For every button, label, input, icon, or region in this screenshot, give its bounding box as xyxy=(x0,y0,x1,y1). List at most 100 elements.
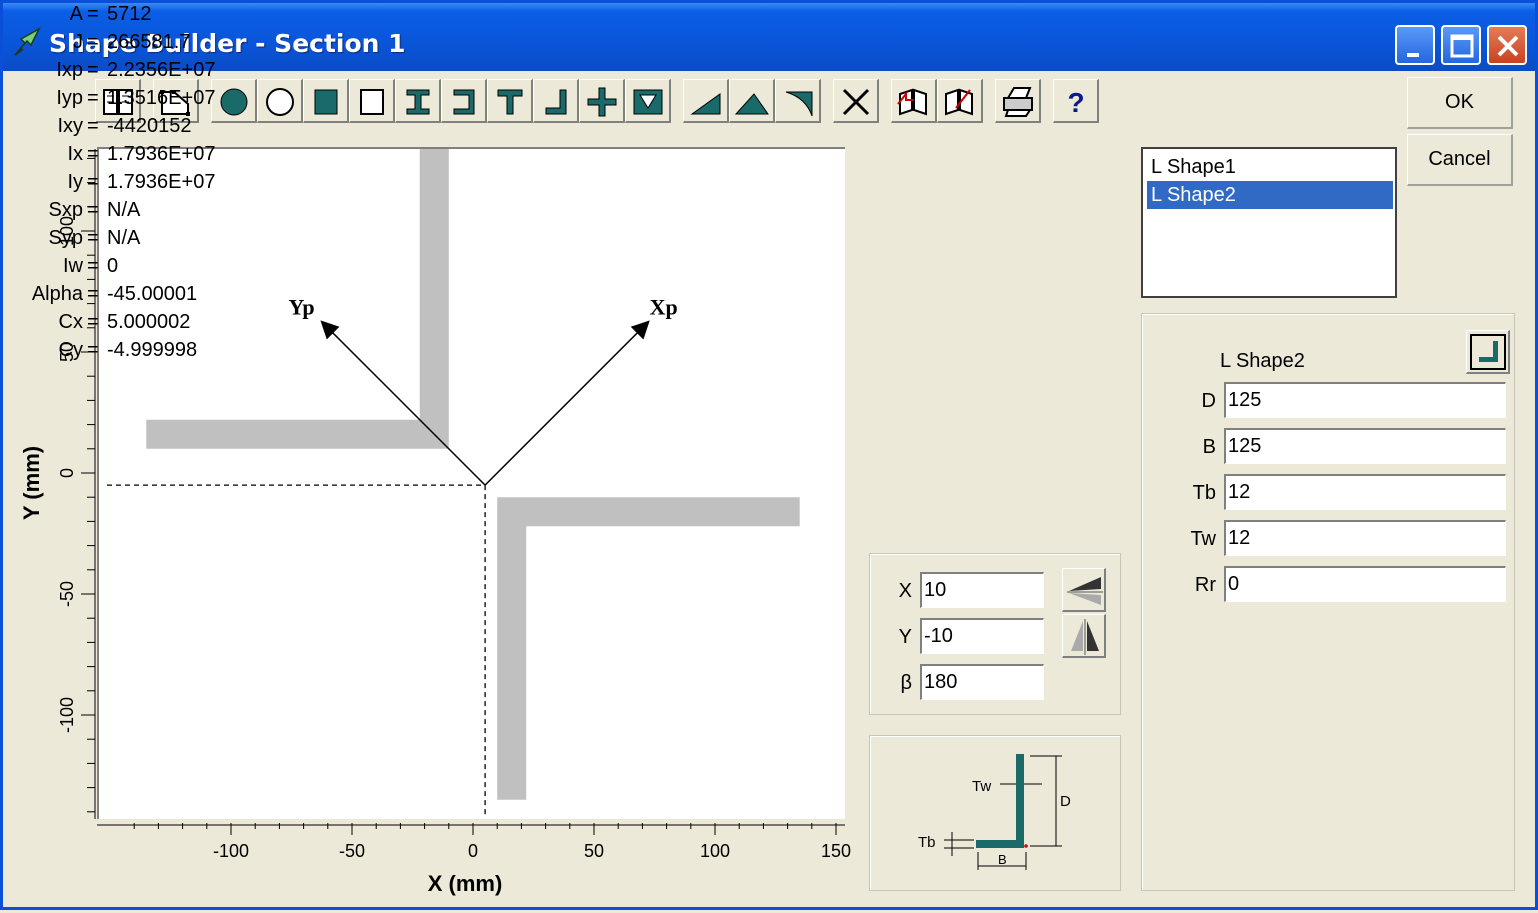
property-label: J xyxy=(73,31,83,53)
toolbar-channel-section-button[interactable] xyxy=(441,79,487,123)
mirror-horizontal-button[interactable] xyxy=(1062,568,1106,612)
property-row-cx: Cx = 5.000002 xyxy=(3,311,233,339)
open-book-icon xyxy=(897,88,927,116)
mirror-horizontal-icon xyxy=(1067,577,1103,605)
toolbar-triangle-button[interactable] xyxy=(729,79,775,123)
fillet-icon xyxy=(785,91,813,117)
property-equals: = xyxy=(87,59,99,81)
x-label: X xyxy=(898,580,912,602)
y-tick-label: 0 xyxy=(57,468,77,478)
property-label: Alpha xyxy=(31,283,83,305)
shape-param-title: L Shape2 xyxy=(1220,350,1305,372)
b-dimension-label: B xyxy=(998,852,1007,867)
toolbar-tee-section-button[interactable] xyxy=(487,79,533,123)
dimension-diagram-group: Tw Tb D B xyxy=(869,735,1121,891)
property-row-iw: Iw = 0 xyxy=(3,255,233,283)
x-input[interactable]: 10 xyxy=(920,572,1044,608)
maximize-icon xyxy=(1450,34,1474,58)
param-input-d[interactable]: 125 xyxy=(1224,382,1506,418)
triangle-icon xyxy=(734,93,769,115)
minimize-icon xyxy=(1407,53,1419,57)
property-label: Ix xyxy=(67,143,83,165)
angle-section-icon xyxy=(1470,334,1506,370)
shape-parameters-group: L Shape2 D 125 B 125 Tb 12 Tw 12 Rr 0 xyxy=(1141,313,1515,891)
property-row-ix: Ix = 1.7936E+07 xyxy=(3,143,233,171)
mirror-vertical-button[interactable] xyxy=(1062,614,1106,658)
toolbar-save-book-button[interactable] xyxy=(937,79,983,123)
toolbar-i-section-button[interactable] xyxy=(395,79,441,123)
cancel-button[interactable]: Cancel xyxy=(1407,134,1513,186)
shape-listbox[interactable]: L Shape1 L Shape2 xyxy=(1141,147,1397,298)
svg-text:?: ? xyxy=(1067,87,1084,118)
param-input-tw[interactable]: 12 xyxy=(1224,520,1506,556)
property-equals: = xyxy=(87,143,99,165)
property-value: N/A xyxy=(107,227,141,249)
tee-section-icon xyxy=(497,89,523,115)
property-row-ixy: Ixy = -4420152 xyxy=(3,115,233,143)
toolbar-print-button[interactable] xyxy=(995,79,1041,123)
toolbar-help-button[interactable]: ? xyxy=(1053,79,1099,123)
l-shape-dimension-diagram: Tw Tb D B xyxy=(918,754,1071,870)
toolbar-open-book-button[interactable] xyxy=(891,79,937,123)
toolbar-right-triangle-button[interactable] xyxy=(683,79,729,123)
y-label: Y xyxy=(898,626,912,648)
toolbar-hollow-rectangle-button[interactable] xyxy=(349,79,395,123)
property-row-cy: Cy = -4.999998 xyxy=(3,339,233,367)
property-equals: = xyxy=(87,199,99,221)
property-label: Sxp xyxy=(48,199,83,221)
toolbar-hollow-circle-button[interactable] xyxy=(257,79,303,123)
save-book-icon xyxy=(945,88,973,116)
property-value: 1.3516E+07 xyxy=(107,87,216,109)
x-tick-label: 50 xyxy=(584,841,604,861)
shape-type-button[interactable] xyxy=(1466,330,1510,374)
property-equals: = xyxy=(87,227,99,249)
x-tick-label: -50 xyxy=(339,841,365,861)
shape-list-item[interactable]: L Shape1 xyxy=(1147,153,1393,181)
help-icon: ? xyxy=(1067,87,1084,118)
property-value: 266581.7 xyxy=(107,31,191,53)
property-label: Ixy xyxy=(57,115,83,137)
property-label: Cy xyxy=(58,339,83,361)
x-tick-label: 0 xyxy=(468,841,478,861)
y-axis-title: Y (mm) xyxy=(19,446,44,520)
property-equals: = xyxy=(87,171,99,193)
y-input[interactable]: -10 xyxy=(920,618,1044,654)
x-axis-title: X (mm) xyxy=(428,871,503,896)
property-equals: = xyxy=(87,283,99,305)
property-label: Iyp xyxy=(56,87,83,109)
y-tick-label: -50 xyxy=(57,581,77,607)
yp-axis-arrow xyxy=(320,320,486,486)
beta-label: β xyxy=(900,672,912,694)
toolbar-angle-section-button[interactable] xyxy=(533,79,579,123)
param-input-rr[interactable]: 0 xyxy=(1224,566,1506,602)
property-value: 5.000002 xyxy=(107,311,191,333)
param-label-tb: Tb xyxy=(1192,482,1216,504)
param-label-tw: Tw xyxy=(1190,528,1216,550)
toolbar-filled-rectangle-button[interactable] xyxy=(303,79,349,123)
property-label: A xyxy=(69,3,83,25)
maximize-button[interactable] xyxy=(1441,25,1481,65)
toolbar-delete-button[interactable] xyxy=(833,79,879,123)
minimize-button[interactable] xyxy=(1395,25,1435,65)
l-shape2 xyxy=(497,497,800,800)
shape-list-item[interactable]: L Shape2 xyxy=(1147,181,1393,209)
property-label: Syp xyxy=(48,227,83,249)
property-label: Cx xyxy=(58,311,83,333)
param-label-b: B xyxy=(1202,436,1216,458)
print-icon xyxy=(1003,87,1033,117)
close-button[interactable] xyxy=(1487,25,1527,65)
property-row-iy: Iy = 1.7936E+07 xyxy=(3,171,233,199)
property-equals: = xyxy=(87,3,99,25)
angle-section-icon xyxy=(545,89,567,115)
property-equals: = xyxy=(87,87,99,109)
property-value: 0 xyxy=(107,255,119,277)
toolbar-cross-section-button[interactable] xyxy=(579,79,625,123)
property-row-j: J = 266581.7 xyxy=(3,31,233,59)
toolbar-box-section-button[interactable] xyxy=(625,79,671,123)
beta-input[interactable]: 180 xyxy=(920,664,1044,700)
ok-button[interactable]: OK xyxy=(1407,77,1513,129)
right-triangle-icon xyxy=(690,93,721,115)
param-input-tb[interactable]: 12 xyxy=(1224,474,1506,510)
param-input-b[interactable]: 125 xyxy=(1224,428,1506,464)
toolbar-fillet-button[interactable] xyxy=(775,79,821,123)
